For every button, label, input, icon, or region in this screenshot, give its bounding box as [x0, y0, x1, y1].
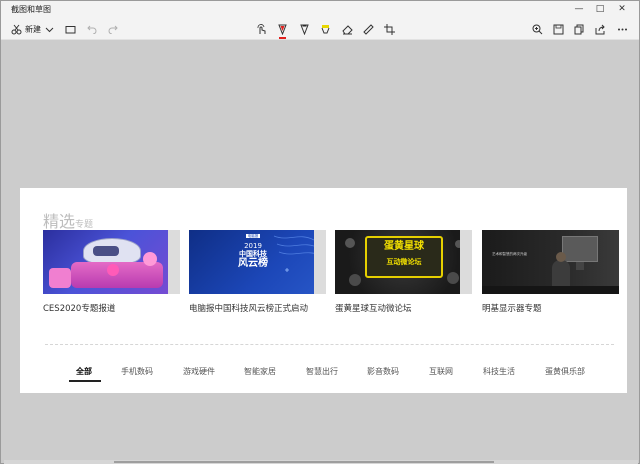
copy-icon — [574, 24, 585, 35]
more-icon — [617, 24, 628, 35]
tab-smart-mobility[interactable]: 智慧出行 — [306, 366, 338, 377]
snip-canvas[interactable]: 精选专题 CES2020专题报道 电脑报 2019 中国科技 风云榜 电脑报中国… — [4, 41, 638, 461]
forum-thumb-sign-2: 互动微论坛 — [386, 258, 422, 266]
folder-icon — [65, 25, 76, 34]
section-title: 精选专题 — [43, 208, 93, 232]
ranking-thumb-title-1: 中国科技 — [239, 250, 267, 258]
eraser-icon — [342, 24, 353, 35]
new-label: 新建 — [25, 24, 41, 34]
scrollbar-thumb[interactable] — [114, 461, 494, 463]
topic-tile-benq[interactable]: 艺术和智慧的两次升级 明基显示器专题 — [482, 230, 619, 316]
new-options-dropdown[interactable] — [45, 21, 54, 37]
copy-button[interactable] — [574, 21, 585, 37]
forum-thumbnail: 蛋黄星球 互动微论坛 — [335, 230, 472, 294]
topic-tile-forum[interactable]: 蛋黄星球 互动微论坛 蛋黄星球互动微论坛 — [335, 230, 472, 316]
minimize-button[interactable]: — — [572, 3, 586, 15]
save-icon — [553, 24, 564, 35]
ranking-thumbnail: 电脑报 2019 中国科技 风云榜 — [189, 230, 326, 294]
section-title-main: 精选 — [43, 212, 76, 231]
snip-icon — [11, 24, 22, 35]
app-title: 截图和草图 — [11, 5, 51, 14]
section-title-sub: 专题 — [75, 220, 94, 230]
crop-icon — [384, 23, 395, 35]
ranking-thumb-year: 2019 — [244, 242, 262, 250]
tile-caption: 蛋黄星球互动微论坛 — [335, 304, 412, 314]
tab-all[interactable]: 全部 — [76, 366, 92, 377]
ruler-button[interactable] — [363, 21, 374, 37]
pencil-button[interactable] — [299, 21, 310, 37]
tab-danhuang-club[interactable]: 蛋黄俱乐部 — [545, 366, 585, 377]
ruler-icon — [363, 23, 374, 35]
maximize-button[interactable]: □ — [593, 3, 607, 15]
undo-button[interactable] — [87, 21, 97, 37]
tile-caption: CES2020专题报道 — [43, 304, 116, 314]
toolbar: 新建 — [1, 18, 639, 40]
touch-writing-icon — [256, 23, 267, 35]
title-bar: 截图和草图 — □ ✕ — [1, 1, 639, 18]
undo-icon — [87, 24, 97, 34]
highlighter-button[interactable] — [320, 21, 331, 37]
snip-sketch-window: 截图和草图 — □ ✕ 新建 精选专题 CES2020专题报道 电脑报 2019… — [0, 0, 640, 464]
thumb-side-strip — [168, 230, 180, 294]
more-options-button[interactable] — [617, 21, 628, 37]
redo-icon — [108, 24, 118, 34]
pencil-icon — [299, 24, 310, 35]
topic-tile-ranking[interactable]: 电脑报 2019 中国科技 风云榜 电脑报中国科技风云榜正式启动 — [189, 230, 326, 316]
crop-button[interactable] — [384, 21, 395, 37]
benq-thumb-text: 艺术和智慧的两次升级 — [492, 252, 527, 256]
touch-writing-button[interactable] — [256, 21, 267, 37]
ballpoint-pen-button[interactable] — [277, 21, 288, 39]
thumb-side-strip — [314, 230, 326, 294]
tile-caption: 明基显示器专题 — [482, 304, 542, 314]
zoom-button[interactable] — [532, 21, 543, 37]
topic-tile-ces2020[interactable]: CES2020专题报道 — [43, 230, 180, 316]
save-button[interactable] — [553, 21, 564, 37]
tab-mobile-digital[interactable]: 手机数码 — [121, 366, 153, 377]
new-snip-button[interactable]: 新建 — [11, 21, 41, 37]
thumb-side-strip — [460, 230, 472, 294]
redo-button[interactable] — [108, 21, 118, 37]
chevron-down-icon — [45, 25, 54, 34]
tile-caption: 电脑报中国科技风云榜正式启动 — [189, 304, 309, 314]
ranking-thumb-title-2: 风云榜 — [238, 258, 268, 269]
zoom-in-icon — [532, 24, 543, 35]
horizontal-scrollbar[interactable] — [4, 460, 638, 464]
highlighter-icon — [320, 24, 331, 35]
ballpoint-color-indicator — [279, 37, 286, 39]
tab-smart-home[interactable]: 智能家居 — [244, 366, 276, 377]
tab-av-digital[interactable]: 影音数码 — [367, 366, 399, 377]
tab-gaming-hardware[interactable]: 游戏硬件 — [183, 366, 215, 377]
section-divider — [45, 344, 614, 345]
ces2020-thumbnail — [43, 230, 180, 294]
share-button[interactable] — [595, 21, 606, 37]
open-file-button[interactable] — [65, 21, 76, 37]
benq-thumbnail: 艺术和智慧的两次升级 — [482, 230, 619, 294]
captured-webpage-card: 精选专题 CES2020专题报道 电脑报 2019 中国科技 风云榜 电脑报中国… — [20, 188, 627, 393]
tab-internet[interactable]: 互联网 — [429, 366, 453, 377]
eraser-button[interactable] — [342, 21, 353, 37]
ranking-thumb-badge: 电脑报 — [245, 234, 261, 238]
close-button[interactable]: ✕ — [615, 3, 629, 15]
forum-thumb-sign-1: 蛋黄星球 — [384, 241, 424, 252]
ballpoint-pen-icon — [277, 24, 288, 35]
tab-tech-life[interactable]: 科技生活 — [483, 366, 515, 377]
active-tab-indicator — [69, 380, 101, 382]
share-icon — [595, 24, 606, 35]
